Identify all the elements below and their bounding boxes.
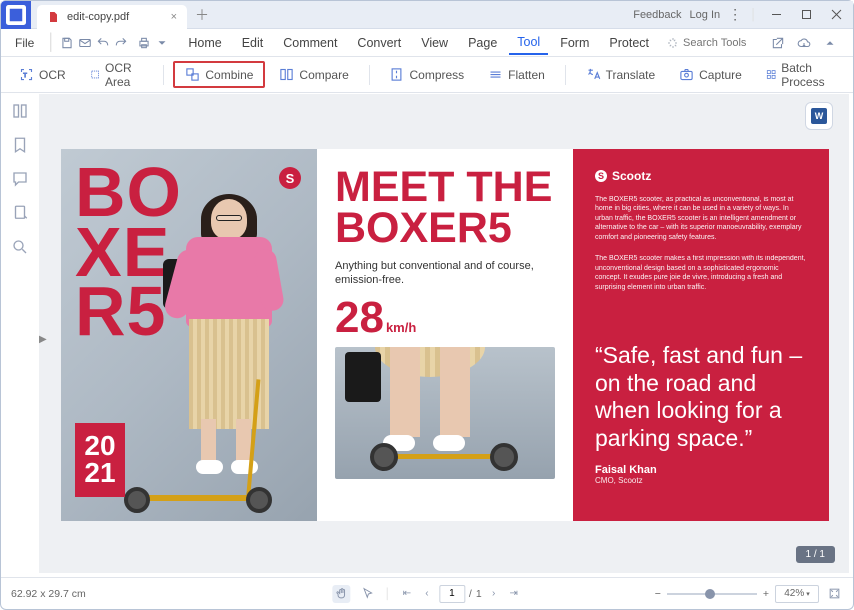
current-page-input[interactable] (439, 585, 465, 603)
subheading: Anything but conventional and of course,… (335, 259, 555, 288)
dropdown-icon[interactable] (155, 32, 169, 54)
page-dimensions: 62.92 x 29.7 cm (11, 588, 86, 600)
batch-process-button[interactable]: Batch Process (756, 56, 845, 94)
thumbnails-icon[interactable] (11, 102, 29, 120)
sparkle-icon (667, 37, 679, 49)
zoom-slider[interactable] (667, 593, 757, 595)
menu-view[interactable]: View (413, 32, 456, 54)
left-sidebar (1, 94, 39, 574)
closeup-image (335, 347, 555, 479)
collapse-ribbon-icon[interactable] (819, 32, 841, 54)
scootz-logo-small: S (279, 167, 301, 189)
year-badge: 20 21 (75, 423, 125, 497)
menu-home[interactable]: Home (180, 32, 229, 54)
total-pages: 1 (476, 588, 482, 600)
zoom-value[interactable]: 42%▾ (775, 585, 819, 603)
status-bar: 62.92 x 29.7 cm │ ⇤ ‹ / 1 › ⇥ − + 42%▾ (1, 577, 853, 609)
combine-button[interactable]: Combine (173, 61, 265, 88)
brochure-panel-right: S Scootz The BOXER5 scooter, as practica… (573, 149, 829, 521)
save-icon[interactable] (60, 32, 74, 54)
kebab-menu-icon[interactable]: ⋮ (728, 6, 742, 23)
app-logo (1, 1, 31, 29)
pdf-file-icon (47, 11, 59, 23)
print-icon[interactable] (137, 32, 151, 54)
comment-icon[interactable] (11, 170, 29, 188)
hand-tool-icon[interactable] (332, 585, 350, 603)
export-word-badge[interactable]: W (805, 102, 833, 130)
brochure-panel-left: BO XE R5 S 20 21 (61, 149, 317, 521)
next-page-icon[interactable]: › (486, 586, 502, 602)
page-navigation: ⇤ ‹ / 1 › ⇥ (399, 585, 522, 603)
ocr-button[interactable]: TOCR (9, 62, 76, 87)
select-tool-icon[interactable] (358, 585, 376, 603)
page-indicator: 1 / 1 (796, 546, 835, 563)
document-tab[interactable]: edit-copy.pdf × (37, 5, 187, 29)
zoom-out-icon[interactable]: − (655, 588, 661, 600)
fit-page-icon[interactable] (825, 585, 843, 603)
compress-button[interactable]: Compress (379, 62, 474, 87)
search-panel-icon[interactable] (11, 238, 29, 256)
quote-author: Faisal Khan (595, 464, 807, 476)
menu-page[interactable]: Page (460, 32, 505, 54)
scooter-illustration (116, 433, 286, 513)
first-page-icon[interactable]: ⇤ (399, 586, 415, 602)
mail-icon[interactable] (78, 32, 92, 54)
last-page-icon[interactable]: ⇥ (506, 586, 522, 602)
attachment-icon[interactable] (11, 204, 29, 222)
capture-button[interactable]: Capture (669, 62, 752, 87)
login-link[interactable]: Log In (690, 9, 721, 21)
prev-page-icon[interactable]: ‹ (419, 586, 435, 602)
search-tools-input[interactable] (683, 37, 763, 49)
cloud-icon[interactable] (793, 32, 815, 54)
translate-button[interactable]: Translate (576, 62, 666, 87)
redo-icon[interactable] (114, 32, 128, 54)
speed-stat: 28 km/h (335, 293, 555, 343)
brand-header: S Scootz (595, 169, 807, 183)
close-tab-icon[interactable]: × (171, 11, 177, 23)
feedback-link[interactable]: Feedback (633, 9, 681, 21)
menu-convert[interactable]: Convert (349, 32, 409, 54)
body-paragraph-1: The BOXER5 scooter, as practical as unco… (595, 195, 807, 242)
bookmark-icon[interactable] (11, 136, 29, 154)
title-bar: edit-copy.pdf × ＋ Feedback Log In ⋮ │ (1, 1, 853, 29)
share-icon[interactable] (767, 32, 789, 54)
body-paragraph-2: The BOXER5 scooter makes a first impress… (595, 254, 807, 292)
pdf-page: BO XE R5 S 20 21 MEET THE BOXER5 Anythin… (61, 149, 829, 521)
quote-role: CMO, Scootz (595, 476, 807, 485)
ocr-area-button[interactable]: OCR Area (80, 56, 153, 94)
new-tab-button[interactable]: ＋ (195, 5, 209, 25)
menu-protect[interactable]: Protect (601, 32, 657, 54)
maximize-button[interactable] (795, 4, 817, 26)
minimize-button[interactable] (765, 4, 787, 26)
close-window-button[interactable] (825, 4, 847, 26)
menu-bar: File │ Home Edit Comment Convert View Pa… (1, 29, 853, 57)
document-viewport[interactable]: W ▶ BO XE R5 S 20 21 MEET THE BOXER5 (39, 94, 849, 573)
undo-icon[interactable] (96, 32, 110, 54)
headline: MEET THE BOXER5 (335, 167, 555, 249)
menu-form[interactable]: Form (552, 32, 597, 54)
tool-toolbar: TOCR OCR Area Combine Compare Compress F… (1, 57, 853, 93)
flatten-button[interactable]: Flatten (478, 62, 555, 87)
zoom-in-icon[interactable]: + (763, 588, 769, 600)
compare-button[interactable]: Compare (269, 62, 358, 87)
file-menu[interactable]: File (7, 34, 42, 52)
testimonial-quote: “Safe, fast and fun – on the road and wh… (595, 342, 807, 452)
brochure-panel-middle: MEET THE BOXER5 Anything but conventiona… (317, 149, 573, 521)
svg-text:T: T (23, 73, 27, 79)
menu-tool[interactable]: Tool (509, 31, 548, 55)
menu-comment[interactable]: Comment (275, 32, 345, 54)
tab-title: edit-copy.pdf (67, 11, 129, 23)
expand-sidebar-caret[interactable]: ▶ (39, 334, 47, 345)
menu-edit[interactable]: Edit (234, 32, 272, 54)
